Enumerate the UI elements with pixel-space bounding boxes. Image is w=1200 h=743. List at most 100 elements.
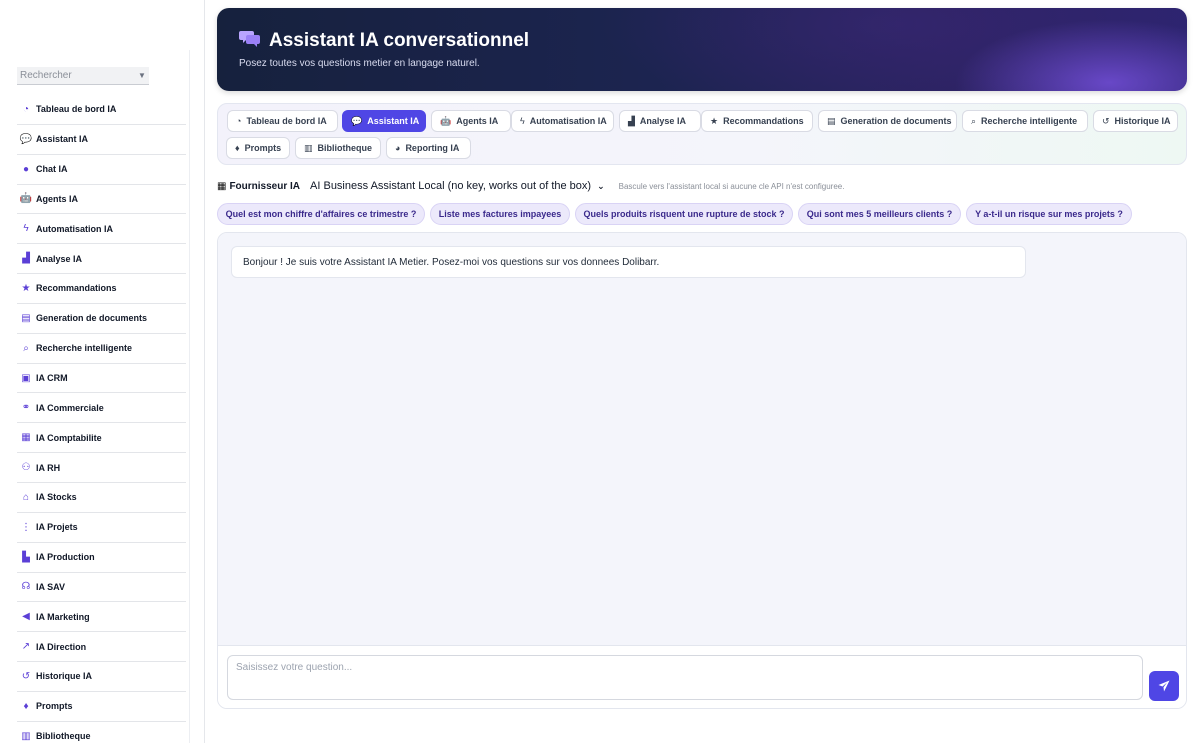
suggestion-text: Quels produits risquent une rupture de s… bbox=[583, 209, 785, 219]
tab-analyse-ia[interactable]: ▟ Analyse IA bbox=[619, 110, 701, 132]
tab-agents-ia[interactable]: 🤖 Agents IA bbox=[431, 110, 511, 132]
robot-icon: 🤖 bbox=[440, 115, 452, 126]
tab-label: Generation de documents bbox=[840, 116, 952, 126]
page-header: Assistant IA conversationnel Posez toute… bbox=[217, 8, 1187, 91]
sidebar-item-chat-ia[interactable]: ● Chat IA bbox=[17, 155, 186, 185]
search-icon: ⌕ bbox=[971, 115, 977, 126]
sidebar-item-automatisation-ia[interactable]: ϟ Automatisation IA bbox=[17, 214, 186, 245]
tab-assistant-ia[interactable]: 💬 Assistant IA bbox=[342, 110, 426, 132]
sidebar-item-ia-projets[interactable]: ⋮ IA Projets bbox=[17, 513, 186, 543]
tab-recommandations[interactable]: ★ Recommandations bbox=[701, 110, 813, 132]
tab-label: Historique IA bbox=[1114, 116, 1171, 126]
sidebar-item-label: IA SAV bbox=[36, 581, 66, 592]
chat-bubbles-icon: 💬 bbox=[351, 115, 363, 126]
chat-panel: Bonjour ! Je suis votre Assistant IA Met… bbox=[217, 232, 1187, 709]
sidebar-item-tableau-de-bord-ia[interactable]: ◔ Tableau de bord IA bbox=[17, 95, 186, 125]
tab-recherche-intelligente[interactable]: ⌕ Recherche intelligente bbox=[962, 110, 1088, 132]
sidebar-item-generation-de-documents[interactable]: ▤ Generation de documents bbox=[17, 304, 186, 334]
sidebar-item-label: Recherche intelligente bbox=[36, 343, 133, 354]
provider-select[interactable]: AI Business Assistant Local (no key, wor… bbox=[310, 180, 605, 192]
tab-bar: ◔ Tableau de bord IA 💬 Assistant IA 🤖 Agents … bbox=[217, 103, 1187, 165]
message-list: Bonjour ! Je suis votre Assistant IA Met… bbox=[218, 233, 1186, 645]
suggestion-chip[interactable]: Quels produits risquent une rupture de s… bbox=[575, 203, 793, 225]
line-chart-icon: ↗ bbox=[21, 641, 31, 653]
users-icon: ⚇ bbox=[21, 462, 31, 474]
document-icon: ▤ bbox=[21, 312, 31, 324]
sidebar-item-ia-production[interactable]: ▙ IA Production bbox=[17, 543, 186, 573]
sidebar-item-label: IA Comptabilite bbox=[36, 432, 102, 443]
provider-hint: Bascule vers l'assistant local si aucune… bbox=[618, 181, 845, 191]
tab-reporting-ia[interactable]: ◕ Reporting IA bbox=[386, 137, 471, 159]
page-title: Assistant IA conversationnel bbox=[269, 29, 530, 51]
send-button[interactable] bbox=[1149, 671, 1179, 701]
star-icon: ★ bbox=[710, 115, 719, 126]
tab-label: Recherche intelligente bbox=[981, 116, 1078, 126]
sidebar-item-label: IA Stocks bbox=[36, 492, 77, 503]
search-select[interactable]: Rechercher ▼ bbox=[17, 67, 149, 85]
provider-label: Fournisseur IA bbox=[229, 180, 301, 192]
sidebar-item-label: Agents IA bbox=[36, 193, 79, 204]
sidebar-item-prompts[interactable]: ♦ Prompts bbox=[17, 692, 186, 722]
suggestion-text: Qui sont mes 5 meilleurs clients ? bbox=[806, 209, 953, 219]
headset-icon: ☊ bbox=[21, 581, 31, 593]
sidebar-item-bibliotheque[interactable]: ▥ Bibliotheque bbox=[17, 722, 186, 743]
tab-tableau-de-bord-ia[interactable]: ◔ Tableau de bord IA bbox=[227, 110, 338, 132]
suggestion-text: Quel est mon chiffre d'affaires ce trime… bbox=[225, 209, 417, 219]
gauge-icon: ◔ bbox=[22, 103, 30, 115]
sidebar-item-assistant-ia[interactable]: 💬 Assistant IA bbox=[17, 125, 186, 155]
paper-plane-icon bbox=[1158, 680, 1170, 692]
sidebar-item-ia-rh[interactable]: ⚇ IA RH bbox=[17, 453, 186, 483]
sidebar-item-analyse-ia[interactable]: ▟ Analyse IA bbox=[17, 244, 186, 275]
gauge-icon: ◔ bbox=[236, 116, 242, 126]
page-subtitle: Posez toutes vos questions metier en lan… bbox=[239, 58, 480, 69]
suggestion-chip[interactable]: Y a-t-il un risque sur mes projets ? bbox=[966, 203, 1132, 225]
sidebar-item-ia-sav[interactable]: ☊ IA SAV bbox=[17, 573, 186, 603]
sidebar-item-label: Recommandations bbox=[36, 283, 117, 294]
bolt-icon: ϟ bbox=[520, 116, 525, 126]
tab-label: Agents IA bbox=[456, 116, 499, 126]
question-input[interactable] bbox=[227, 655, 1143, 700]
sidebar-item-ia-crm[interactable]: ▣ IA CRM bbox=[17, 364, 186, 394]
chat-bubble-icon: ● bbox=[22, 163, 30, 175]
industry-icon: ▙ bbox=[22, 551, 30, 563]
sidebar-item-ia-stocks[interactable]: ⌂ IA Stocks bbox=[17, 483, 186, 513]
sidebar-item-ia-commerciale[interactable]: ⚭ IA Commerciale bbox=[17, 393, 186, 424]
provider-selected-value: AI Business Assistant Local (no key, wor… bbox=[310, 180, 592, 192]
lightbulb-icon: ♦ bbox=[23, 700, 29, 712]
warehouse-icon: ⌂ bbox=[22, 491, 30, 503]
sidebar-item-label: IA RH bbox=[36, 462, 61, 473]
tab-generation-de-documents[interactable]: ▤ Generation de documents bbox=[818, 110, 957, 132]
sidebar-item-ia-comptabilite[interactable]: ▦ IA Comptabilite bbox=[17, 423, 186, 454]
sidebar: Rechercher ▼ ◔ Tableau de bord IA 💬 Assista… bbox=[0, 0, 205, 743]
handshake-icon: ⚭ bbox=[21, 402, 31, 414]
tab-label: Prompts bbox=[244, 143, 282, 153]
bolt-icon: ϟ bbox=[23, 223, 29, 235]
sidebar-item-label: Generation de documents bbox=[36, 313, 148, 324]
sidebar-item-ia-direction[interactable]: ↗ IA Direction bbox=[17, 632, 186, 663]
message-text: Bonjour ! Je suis votre Assistant IA Met… bbox=[243, 256, 660, 268]
tab-prompts[interactable]: ♦ Prompts bbox=[226, 137, 290, 159]
tab-bibliotheque[interactable]: ▥ Bibliotheque bbox=[295, 137, 381, 159]
sidebar-item-historique-ia[interactable]: ↺ Historique IA bbox=[17, 662, 186, 692]
suggestion-chip[interactable]: Quel est mon chiffre d'affaires ce trime… bbox=[217, 203, 425, 225]
suggestion-chip[interactable]: Liste mes factures impayees bbox=[430, 203, 570, 225]
sidebar-item-label: Tableau de bord IA bbox=[36, 104, 117, 115]
tab-label: Recommandations bbox=[723, 116, 804, 126]
sidebar-divider bbox=[189, 50, 190, 743]
sidebar-item-recommandations[interactable]: ★ Recommandations bbox=[17, 274, 186, 304]
tab-label: Automatisation IA bbox=[529, 116, 607, 126]
sidebar-item-label: IA Direction bbox=[36, 641, 87, 652]
suggestion-chip[interactable]: Qui sont mes 5 meilleurs clients ? bbox=[798, 203, 961, 225]
tab-automatisation-ia[interactable]: ϟ Automatisation IA bbox=[511, 110, 614, 132]
sidebar-item-recherche-intelligente[interactable]: ⌕ Recherche intelligente bbox=[17, 334, 186, 364]
sidebar-item-label: Chat IA bbox=[36, 164, 68, 175]
bar-chart-icon: ▟ bbox=[22, 253, 30, 265]
calculator-icon: ▦ bbox=[21, 432, 31, 444]
sidebar-item-agents-ia[interactable]: 🤖 Agents IA bbox=[17, 185, 186, 215]
sidebar-item-label: IA Projets bbox=[36, 522, 78, 533]
history-icon: ↺ bbox=[1102, 115, 1110, 126]
composer bbox=[218, 645, 1186, 708]
tab-historique-ia[interactable]: ↺ Historique IA bbox=[1093, 110, 1178, 132]
sidebar-item-ia-marketing[interactable]: ◀ IA Marketing bbox=[17, 602, 186, 633]
project-diagram-icon: ⋮ bbox=[21, 521, 31, 533]
